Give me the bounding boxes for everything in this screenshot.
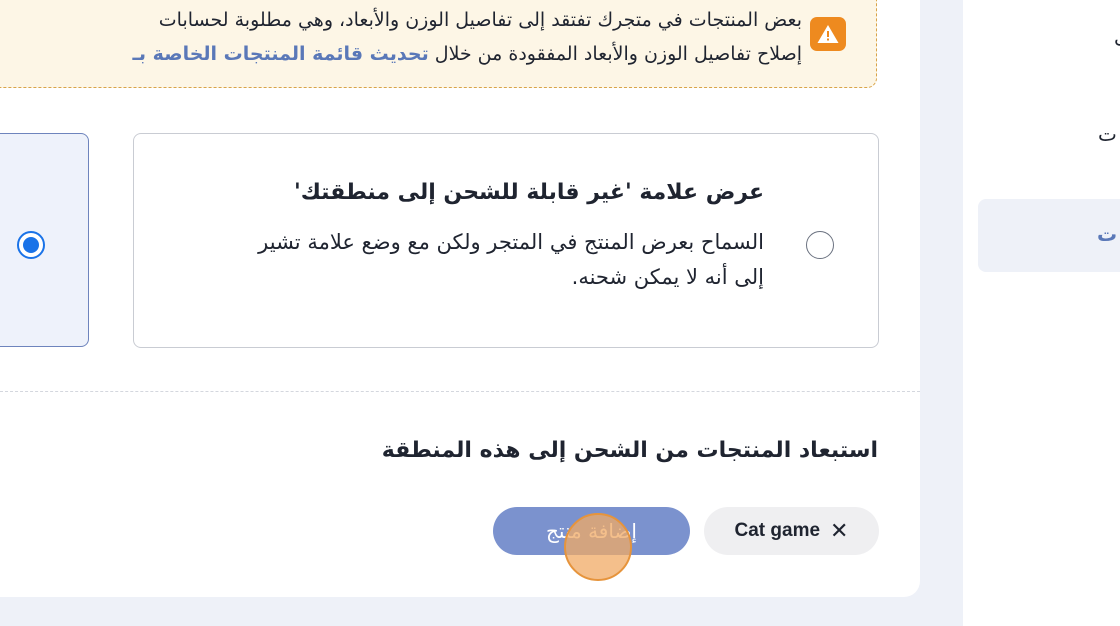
sidebar-item-active-label[interactable]: ت [1097, 222, 1117, 246]
update-products-link[interactable]: تحديث قائمة المنتجات الخاصة بـ [132, 43, 428, 65]
warning-text-prefix: إصلاح تفاصيل الوزن والأبعاد المفقودة من … [428, 43, 802, 65]
shipping-option-title: عرض علامة 'غير قابلة للشحن إلى منطقتك' [293, 180, 764, 205]
warning-text-line1: بعض المنتجات في متجرك تفتقد إلى تفاصيل ا… [158, 9, 802, 31]
warning-icon [810, 17, 846, 51]
section-divider [0, 391, 920, 392]
shipping-option-hide-card[interactable] [0, 133, 89, 347]
exclude-section-title: استبعاد المنتجات من الشحن إلى هذه المنطق… [381, 438, 878, 463]
sidebar [963, 0, 1120, 626]
radio-selected-dot [23, 237, 39, 253]
excluded-product-chip: Cat game ✕ [704, 507, 879, 555]
warning-text-line2: إصلاح تفاصيل الوزن والأبعاد المفقودة من … [132, 43, 802, 65]
add-product-button[interactable]: إضافة منتج [493, 507, 690, 555]
remove-product-icon[interactable]: ✕ [830, 519, 848, 544]
sidebar-item-2-label[interactable]: ت [1098, 122, 1117, 146]
shipping-option-hide-radio[interactable] [17, 231, 45, 259]
excluded-product-label: Cat game [734, 520, 821, 541]
shipping-option-description: السماح بعرض المنتج في المتجر ولكن مع وضع… [258, 230, 764, 289]
shipping-option-show-label-radio[interactable] [806, 231, 834, 259]
sidebar-item-1-label[interactable]: ى [1114, 24, 1120, 48]
